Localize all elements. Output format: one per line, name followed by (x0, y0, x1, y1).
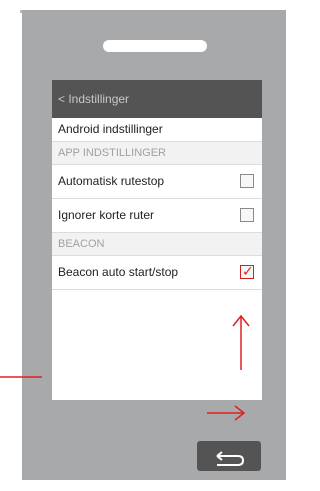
section-beacon-label: BEACON (58, 238, 105, 250)
check-icon: ✓ (242, 262, 254, 279)
back-button[interactable] (197, 441, 261, 471)
beacon-auto-start-stop-checkbox[interactable]: ✓ (240, 262, 254, 279)
section-app-settings: APP INDSTILLINGER (52, 142, 262, 165)
return-arrow-icon (216, 451, 245, 466)
setting-label: Ignorer korte ruter (58, 208, 155, 222)
section-beacon: BEACON (52, 233, 262, 256)
setting-ignore-short-routes[interactable]: Ignorer korte ruter (52, 199, 262, 233)
setting-automatic-route-stop[interactable]: Automatisk rutestop (52, 165, 262, 199)
back-to-settings-link[interactable]: < Indstillinger (52, 80, 262, 118)
back-link-label: < Indstillinger (58, 92, 130, 106)
setting-beacon-auto-start-stop[interactable]: Beacon auto start/stop ✓ (52, 256, 262, 290)
setting-label: Automatisk rutestop (58, 174, 165, 188)
ignore-short-routes-checkbox[interactable] (240, 207, 254, 222)
android-settings-label: Android indstillinger (58, 122, 163, 136)
section-app-label: APP INDSTILLINGER (58, 147, 166, 159)
phone-speaker (103, 40, 207, 52)
android-settings-item[interactable]: Android indstillinger (52, 118, 262, 142)
setting-label: Beacon auto start/stop (58, 265, 179, 279)
automatic-route-stop-checkbox[interactable] (240, 173, 254, 188)
settings-screen: < Indstillinger Android indstillinger AP… (52, 80, 262, 400)
